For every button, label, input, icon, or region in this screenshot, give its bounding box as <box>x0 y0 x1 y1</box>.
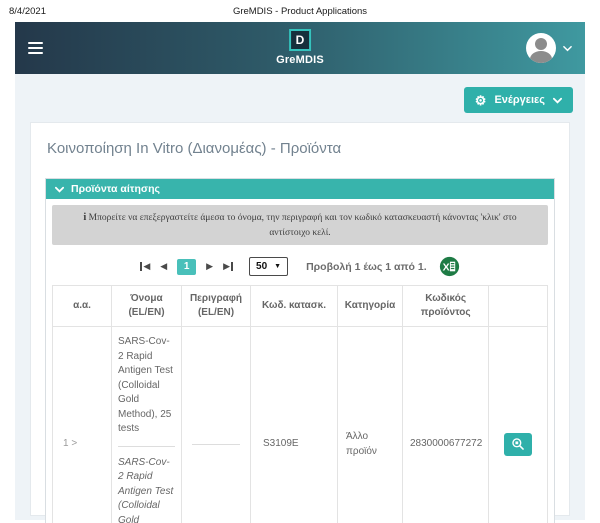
brand-name: GreMDIS <box>276 54 324 66</box>
select-caret-icon: ▼ <box>274 263 281 270</box>
divider <box>118 446 175 447</box>
chevron-down-icon <box>553 96 562 105</box>
info-message: i Μπορείτε να επεξεργαστείτε άμεσα το όν… <box>52 205 548 245</box>
col-header-product-code: Κωδικός προϊόντος <box>403 286 489 327</box>
table-header-row: α.α. Όνομα (EL/EN) Περιγραφή (EL/EN) Κωδ… <box>53 286 548 327</box>
excel-icon: X <box>439 256 460 277</box>
col-header-name: Όνομα (EL/EN) <box>112 286 182 327</box>
product-code-cell: 2830000677272 <box>403 327 489 523</box>
products-panel: Προϊόντα αίτησης i Μπορείτε να επεξεργασ… <box>45 178 555 523</box>
manufacturer-code-cell[interactable]: S3109E <box>251 327 338 523</box>
print-title: GreMDIS - Product Applications <box>0 6 600 17</box>
panel-body: i Μπορείτε να επεξεργαστείτε άμεσα το όν… <box>46 199 554 523</box>
chevron-down-icon <box>55 185 64 194</box>
gears-icon: ⚙ <box>475 94 487 107</box>
pagination-summary: Προβολή 1 έως 1 από 1. <box>306 261 427 273</box>
zoom-in-icon <box>511 437 525 451</box>
panel-title: Προϊόντα αίτησης <box>71 183 160 195</box>
current-page-button[interactable]: 1 <box>177 259 196 275</box>
col-header-manufacturer-code: Κωδ. κατασκ. <box>251 286 338 327</box>
products-table: α.α. Όνομα (EL/EN) Περιγραφή (EL/EN) Κωδ… <box>52 285 548 523</box>
info-text: Μπορείτε να επεξεργαστείτε άμεσα το όνομ… <box>86 213 516 238</box>
next-page-button[interactable]: ▶ <box>206 262 213 271</box>
menu-icon[interactable] <box>28 39 43 57</box>
name-cell[interactable]: SARS-Cov-2 Rapid Antigen Test (Colloidal… <box>112 327 182 523</box>
page-size-select[interactable]: 50 ▼ <box>249 257 288 276</box>
content-area: ⚙ Ενέργειες Κοινοποίηση In Vitro (Διανομ… <box>15 74 585 520</box>
pager: ◀ ◀ 1 ▶ ▶ <box>140 259 233 275</box>
page-title: Κοινοποίηση In Vitro (Διανομέας) - Προϊό… <box>47 140 555 157</box>
navbar: D GreMDIS <box>15 22 585 74</box>
name-el: SARS-Cov-2 Rapid Antigen Test (Colloidal… <box>118 335 175 437</box>
row-index[interactable]: 1 > <box>53 327 112 523</box>
actions-button[interactable]: ⚙ Ενέργειες <box>464 87 573 113</box>
view-details-button[interactable] <box>504 433 532 456</box>
divider <box>192 444 240 445</box>
panel-header-products[interactable]: Προϊόντα αίτησης <box>46 179 554 199</box>
print-header: 8/4/2021 GreMDIS - Product Applications <box>0 0 600 22</box>
col-header-category: Κατηγορία <box>338 286 403 327</box>
export-excel-button[interactable]: X <box>439 256 460 277</box>
category-cell: Άλλο προϊόν <box>338 327 403 523</box>
actions-row: ⚙ Ενέργειες <box>27 87 573 113</box>
table-row: 1 > SARS-Cov-2 Rapid Antigen Test (Collo… <box>53 327 548 523</box>
user-menu[interactable] <box>526 33 572 63</box>
main-card: Κοινοποίηση In Vitro (Διανομέας) - Προϊό… <box>30 122 570 516</box>
app-frame: D GreMDIS ⚙ Ενέργειες Κοινοποίηση In Vit… <box>15 22 585 520</box>
col-header-index: α.α. <box>53 286 112 327</box>
last-page-button[interactable]: ▶ <box>223 262 233 271</box>
col-header-description: Περιγραφή (EL/EN) <box>182 286 251 327</box>
name-en: SARS-Cov-2 Rapid Antigen Test (Colloidal… <box>118 456 175 523</box>
avatar[interactable] <box>526 33 556 63</box>
svg-text:X: X <box>442 262 449 274</box>
description-cell[interactable] <box>182 327 251 523</box>
actions-cell <box>489 327 548 523</box>
col-header-actions <box>489 286 548 327</box>
page-size-value: 50 <box>256 261 267 272</box>
pagination-toolbar: ◀ ◀ 1 ▶ ▶ <box>52 245 548 284</box>
app-logo-icon: D <box>289 29 311 51</box>
chevron-down-icon <box>563 44 572 53</box>
first-page-button[interactable]: ◀ <box>140 262 150 271</box>
brand[interactable]: D GreMDIS <box>276 29 324 66</box>
actions-button-label: Ενέργειες <box>494 94 545 106</box>
prev-page-button[interactable]: ◀ <box>160 262 167 271</box>
